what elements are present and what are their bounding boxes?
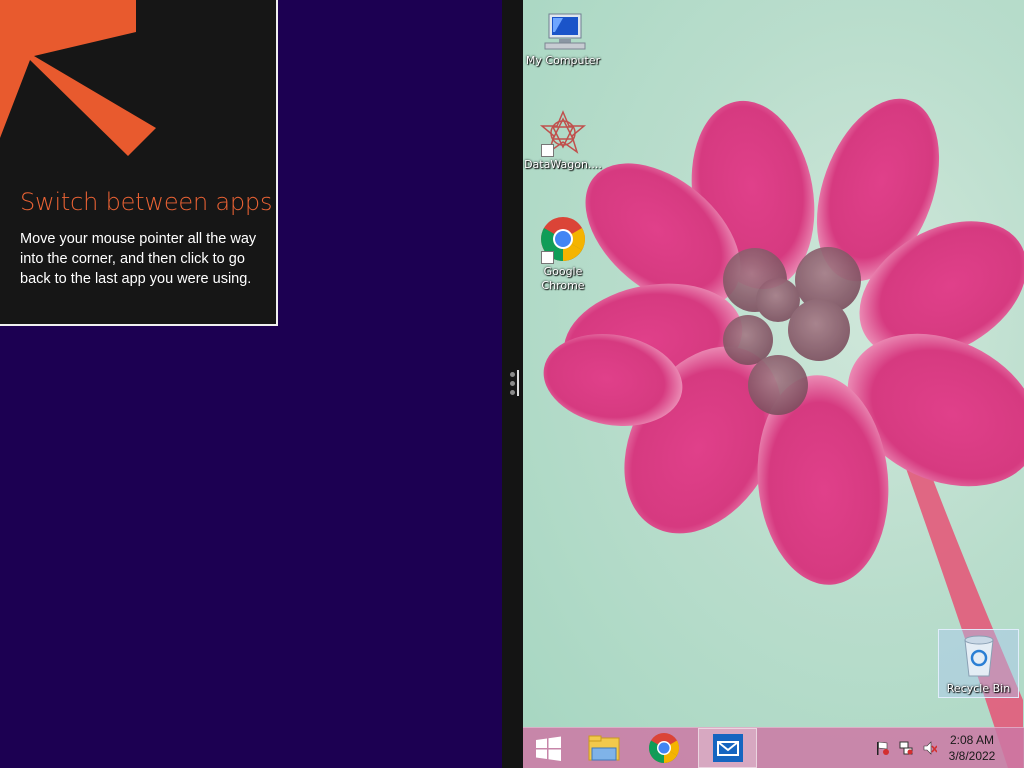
tip-body: Move your mouse pointer all the way into… bbox=[20, 231, 257, 287]
network-icon[interactable] bbox=[899, 741, 913, 755]
clock-time: 2:08 AM bbox=[949, 733, 995, 747]
modern-app-pane: Switch between apps Move your mouse poin… bbox=[0, 0, 502, 768]
desktop-icon-label: Google Chrome bbox=[541, 265, 585, 292]
split-divider[interactable] bbox=[502, 0, 523, 768]
clock-date: 3/8/2022 bbox=[948, 749, 996, 763]
volume-muted-icon[interactable] bbox=[923, 741, 937, 755]
file-explorer-icon bbox=[588, 735, 620, 761]
switch-apps-tip-card: Switch between apps Move your mouse poin… bbox=[0, 0, 278, 326]
recycle-bin-icon bbox=[964, 635, 994, 677]
chrome-icon bbox=[648, 733, 680, 764]
desktop-icon-label: Recycle Bin bbox=[946, 682, 1011, 695]
split-handle-bar[interactable] bbox=[517, 370, 519, 396]
shortcut-arrow-icon bbox=[541, 144, 554, 157]
desktop[interactable]: My Computer DataWagon.... Google Chrome … bbox=[523, 0, 1024, 768]
start-button[interactable] bbox=[523, 728, 577, 768]
shortcut-arrow-icon bbox=[541, 251, 554, 264]
desktop-icon-datawagon[interactable]: DataWagon.... bbox=[523, 110, 603, 172]
grip-dot bbox=[510, 390, 515, 395]
desktop-icon-my-computer[interactable]: My Computer bbox=[523, 10, 603, 68]
desktop-icon-google-chrome[interactable]: Google Chrome bbox=[523, 215, 603, 293]
taskbar-clock[interactable]: 2:08 AM 3/8/2022 bbox=[942, 732, 1002, 764]
flag-icon[interactable] bbox=[875, 741, 889, 755]
taskbar: 2:08 AM 3/8/2022 bbox=[523, 727, 1024, 768]
taskbar-mail[interactable] bbox=[698, 728, 757, 768]
windows-start-icon bbox=[536, 736, 561, 761]
taskbar-file-explorer[interactable] bbox=[577, 728, 631, 768]
desktop-icon-label: My Computer bbox=[525, 54, 601, 67]
desktop-icon-recycle-bin[interactable]: Recycle Bin bbox=[938, 629, 1019, 698]
up-left-arrow-icon bbox=[0, 0, 156, 156]
grip-dot bbox=[510, 381, 515, 386]
grip-dot bbox=[510, 372, 515, 377]
mail-icon bbox=[713, 734, 743, 762]
taskbar-chrome[interactable] bbox=[637, 728, 691, 768]
tip-title: Switch between apps bbox=[20, 188, 273, 216]
computer-icon bbox=[544, 13, 586, 50]
desktop-icon-label: DataWagon.... bbox=[524, 158, 602, 171]
